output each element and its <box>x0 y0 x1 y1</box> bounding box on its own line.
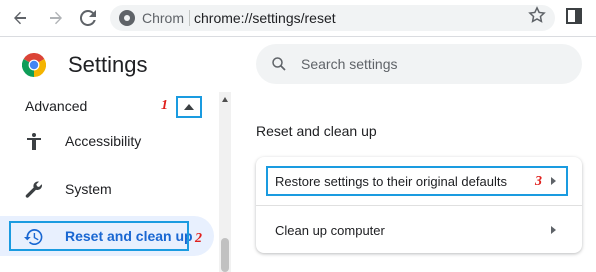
search-input[interactable]: Search settings <box>256 44 582 84</box>
search-icon <box>272 57 286 71</box>
annotation-highlight-box <box>9 221 189 251</box>
wrench-icon <box>25 181 42 198</box>
omnibox[interactable]: Chrom chrome://settings/reset <box>110 5 555 31</box>
sidebar-advanced-label: Advanced <box>25 98 88 114</box>
forward-arrow-icon <box>50 11 62 25</box>
reload-icon <box>80 10 96 26</box>
sidebar-item-label: System <box>65 181 112 197</box>
caret-up-icon <box>184 104 194 110</box>
clean-up-computer-row[interactable]: Clean up computer <box>256 206 582 254</box>
reload-button[interactable] <box>76 6 100 30</box>
scrollbar-thumb[interactable] <box>221 238 229 272</box>
sidebar-item-system[interactable]: System <box>0 169 214 209</box>
accessibility-icon <box>27 133 41 150</box>
annotation-step-1: 1 <box>161 98 168 113</box>
chrome-logo-icon <box>22 53 46 77</box>
scroll-up-arrow-icon[interactable] <box>222 97 228 102</box>
clean-up-computer-label: Clean up computer <box>275 223 385 238</box>
annotation-step-2: 2 <box>195 231 202 246</box>
bookmark-star-icon[interactable] <box>528 6 546 24</box>
search-placeholder: Search settings <box>301 56 398 72</box>
back-button[interactable] <box>8 6 32 30</box>
annotation-step-3: 3 <box>535 174 542 189</box>
forward-button[interactable] <box>44 6 68 30</box>
section-title: Reset and clean up <box>256 123 377 139</box>
browser-toolbar: Chrom chrome://settings/reset <box>0 0 596 37</box>
sidebar-item-accessibility[interactable]: Accessibility <box>0 121 214 161</box>
chevron-right-icon <box>551 226 556 234</box>
annotation-highlight-box <box>266 166 568 196</box>
side-panel-icon[interactable] <box>566 8 582 24</box>
omnibox-divider <box>189 10 190 26</box>
advanced-collapse-button[interactable] <box>176 96 202 118</box>
omnibox-url: chrome://settings/reset <box>194 10 336 26</box>
chrome-page-icon <box>119 10 135 26</box>
page-title: Settings <box>68 52 148 77</box>
sidebar-item-label: Accessibility <box>65 133 142 149</box>
back-arrow-icon <box>14 11 26 25</box>
omnibox-site-label: Chrom <box>142 10 185 26</box>
